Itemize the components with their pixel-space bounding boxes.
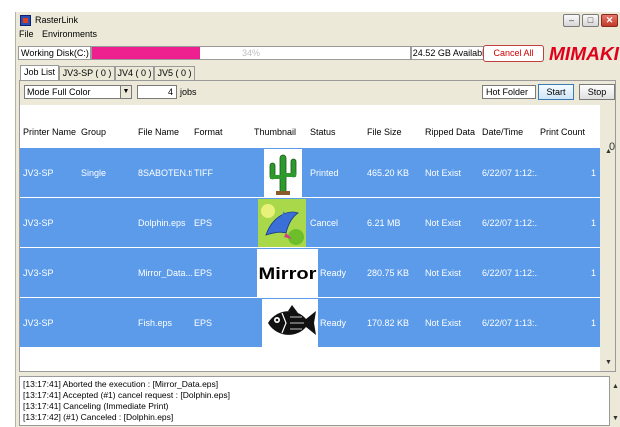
cell-date-time: 6/22/07 1:12:...: [482, 218, 538, 228]
column-header[interactable]: Thumbnail: [254, 127, 296, 137]
cell-printer: JV3-SP: [23, 168, 54, 178]
tab-jv3-sp[interactable]: JV3-SP ( 0 ): [59, 66, 115, 80]
job-table: Printer Name Group File Name Format Thum…: [20, 105, 600, 371]
column-header[interactable]: Status: [310, 127, 336, 137]
cell-file-name: Dolphin.eps: [138, 218, 186, 228]
cell-format: TIFF: [194, 168, 213, 178]
cell-file-name: 8SABOTEN.tif: [138, 168, 192, 178]
cell-status: Ready: [320, 268, 347, 278]
tab-job-list[interactable]: Job List: [20, 65, 59, 80]
window-title: RasterLink: [35, 15, 79, 25]
close-icon[interactable]: ✕: [601, 14, 618, 27]
maximize-icon[interactable]: □: [582, 14, 599, 27]
table-row[interactable]: JV3-SP Dolphin.eps EPS Cancel 6.21 MB No…: [20, 197, 600, 247]
cell-date-time: 6/22/07 1:13:...: [482, 318, 538, 328]
cell-file-name: Mirror_Data....: [138, 268, 192, 278]
cell-ripped-data: Not Exist: [425, 168, 462, 178]
column-header[interactable]: Print Count: [540, 127, 585, 137]
cactus-thumbnail: [264, 149, 302, 197]
cell-ripped-data: Not Exist: [425, 268, 462, 278]
table-row[interactable]: JV3-SP Single 8SABOTEN.tif TIFF Printed …: [20, 147, 600, 197]
column-header[interactable]: Format: [194, 127, 223, 137]
table-row[interactable]: JV3-SP Mirror_Data.... EPS Mirror Ready …: [20, 247, 600, 297]
jobs-count: 4: [137, 85, 177, 99]
rasterlink-window: RasterLink – □ ✕ File Environments Worki…: [15, 12, 620, 427]
cancel-all-button[interactable]: Cancel All: [483, 45, 544, 62]
column-header[interactable]: Printer Name: [23, 127, 76, 137]
dolphin-thumbnail: [258, 199, 306, 247]
cell-status: Ready: [320, 318, 347, 328]
cell-format: EPS: [194, 318, 213, 328]
cell-file-size: 6.21 MB: [367, 218, 401, 228]
mode-value: Full Color: [52, 87, 91, 97]
column-header[interactable]: File Name: [138, 127, 179, 137]
start-button[interactable]: Start: [538, 84, 574, 100]
scroll-down-icon[interactable]: ▼: [610, 412, 620, 425]
table-header: Printer Name Group File Name Format Thum…: [20, 105, 600, 147]
chevron-down-icon[interactable]: ▼: [120, 85, 132, 99]
cell-format: EPS: [194, 268, 213, 278]
menu-bar: File Environments: [16, 29, 620, 42]
tab-jv5[interactable]: JV5 ( 0 ): [154, 66, 195, 80]
working-disk-label: Working Disk(C:): [18, 46, 91, 60]
disk-usage-percent: 34%: [241, 48, 260, 58]
app-icon: [20, 15, 31, 26]
title-bar: RasterLink – □ ✕: [16, 12, 620, 28]
svg-text:MIMAKI: MIMAKI: [549, 44, 620, 64]
cell-printer: JV3-SP: [23, 218, 54, 228]
column-header[interactable]: Date/Time: [482, 127, 523, 137]
log-line: [13:17:41] Canceling (Immediate Print): [23, 401, 169, 411]
cell-date-time: 6/22/07 1:12:...: [482, 268, 538, 278]
column-header[interactable]: File Size: [367, 127, 402, 137]
column-header[interactable]: Ripped Data: [425, 127, 475, 137]
menu-file[interactable]: File: [19, 29, 34, 39]
table-row[interactable]: JV3-SP Fish.eps EPS Ready 170.82 KB Not …: [20, 297, 600, 347]
cell-file-name: Fish.eps: [138, 318, 173, 328]
cell-group: Single: [81, 168, 107, 178]
scroll-up-icon[interactable]: ▲: [610, 380, 620, 393]
mirror-thumbnail-text: Mirror: [259, 264, 317, 283]
log-line: [13:17:42] (#1) Canceled : [Dolphin.eps]: [23, 412, 174, 422]
minimize-icon[interactable]: –: [563, 14, 580, 27]
cell-print-count: 1: [590, 218, 596, 228]
mode-select[interactable]: Mode Full Color: [24, 85, 124, 99]
job-toolbar: Mode Full Color ▼ 4 jobs Hot Folder Star…: [20, 81, 615, 103]
scroll-down-icon[interactable]: ▼: [602, 356, 615, 369]
menu-environments[interactable]: Environments: [42, 29, 97, 39]
side-indicator: 0: [609, 141, 616, 153]
log-scrollbar[interactable]: ▲ ▼: [610, 376, 620, 426]
cell-status: Printed: [310, 168, 339, 178]
disk-available: 24.52 GB Available: [411, 46, 491, 60]
log-line: [13:17:41] Accepted (#1) cancel request …: [23, 390, 230, 400]
cell-file-size: 280.75 KB: [367, 268, 410, 278]
fish-thumbnail: [262, 299, 318, 347]
cell-file-size: 465.20 KB: [367, 168, 410, 178]
log-line: [13:17:41] Aborted the execution : [Mirr…: [23, 379, 219, 389]
message-log: [13:17:41] Aborted the execution : [Mirr…: [19, 376, 610, 426]
mirror-thumbnail: Mirror: [257, 249, 318, 297]
cell-print-count: 1: [590, 168, 596, 178]
cell-printer: JV3-SP: [23, 318, 54, 328]
cell-status: Cancel: [310, 218, 339, 228]
column-header[interactable]: Group: [81, 127, 106, 137]
cell-printer: JV3-SP: [23, 268, 54, 278]
cell-ripped-data: Not Exist: [425, 318, 462, 328]
cell-file-size: 170.82 KB: [367, 318, 410, 328]
stop-button[interactable]: Stop: [579, 84, 615, 100]
tab-jv4[interactable]: JV4 ( 0 ): [115, 66, 154, 80]
hot-folder-label: Hot Folder: [482, 85, 536, 99]
working-disk-row: Working Disk(C:) 34% 24.52 GB Available …: [16, 44, 620, 64]
mode-label: Mode: [27, 87, 50, 97]
cell-print-count: 1: [590, 268, 596, 278]
jobs-label: jobs: [180, 87, 197, 97]
cell-format: EPS: [194, 218, 213, 228]
disk-usage-bar: 34%: [91, 46, 411, 60]
job-list-panel: Mode Full Color ▼ 4 jobs Hot Folder Star…: [19, 80, 616, 372]
cell-date-time: 6/22/07 1:12:...: [482, 168, 538, 178]
cell-ripped-data: Not Exist: [425, 218, 462, 228]
mimaki-logo: MIMAKI: [549, 44, 620, 64]
cell-print-count: 1: [590, 318, 596, 328]
